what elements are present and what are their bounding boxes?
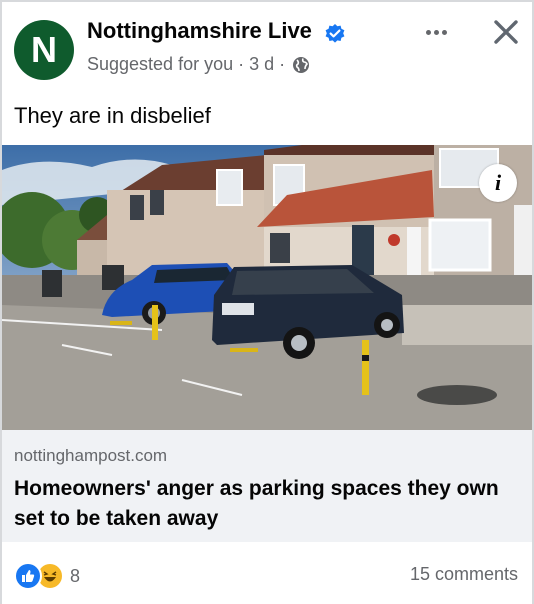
reaction-count: 8 (70, 565, 81, 586)
link-title[interactable]: Homeowners' anger as parking spaces they… (14, 474, 514, 534)
suggested-label: Suggested for you (87, 54, 234, 74)
meta-separator: · (238, 54, 245, 74)
link-preview[interactable]: nottinghampost.com Homeowners' anger as … (2, 430, 532, 542)
comments-count[interactable]: 15 comments (410, 564, 518, 585)
link-domain: nottinghampost.com (14, 446, 168, 465)
meta-separator: · (279, 54, 286, 74)
post-time[interactable]: 3 d (249, 54, 274, 75)
like-glyph (22, 570, 35, 582)
avatar-letter: N (31, 29, 57, 70)
post-photo[interactable] (2, 145, 532, 430)
page-avatar[interactable]: N (14, 20, 74, 80)
more-options-icon[interactable] (420, 20, 452, 44)
reactions-summary[interactable]: 8 (14, 562, 80, 590)
like-icon (14, 562, 42, 590)
street-photo-illustration (2, 145, 532, 430)
post-meta: Suggested for you · 3 d · (87, 54, 310, 75)
more-dot (425, 29, 431, 35)
close-icon[interactable] (490, 16, 522, 48)
page-name[interactable]: Nottinghamshire Live (87, 18, 312, 44)
verified-badge-icon (325, 24, 345, 43)
post-header: N Nottinghamshire Live Suggested for you… (0, 0, 534, 96)
post-text: They are in disbelief (14, 103, 211, 128)
post-footer: 8 15 comments (0, 542, 534, 604)
globe-icon (293, 56, 310, 73)
more-dot (433, 29, 439, 35)
more-dot (441, 29, 447, 35)
info-icon[interactable]: i (479, 164, 517, 202)
